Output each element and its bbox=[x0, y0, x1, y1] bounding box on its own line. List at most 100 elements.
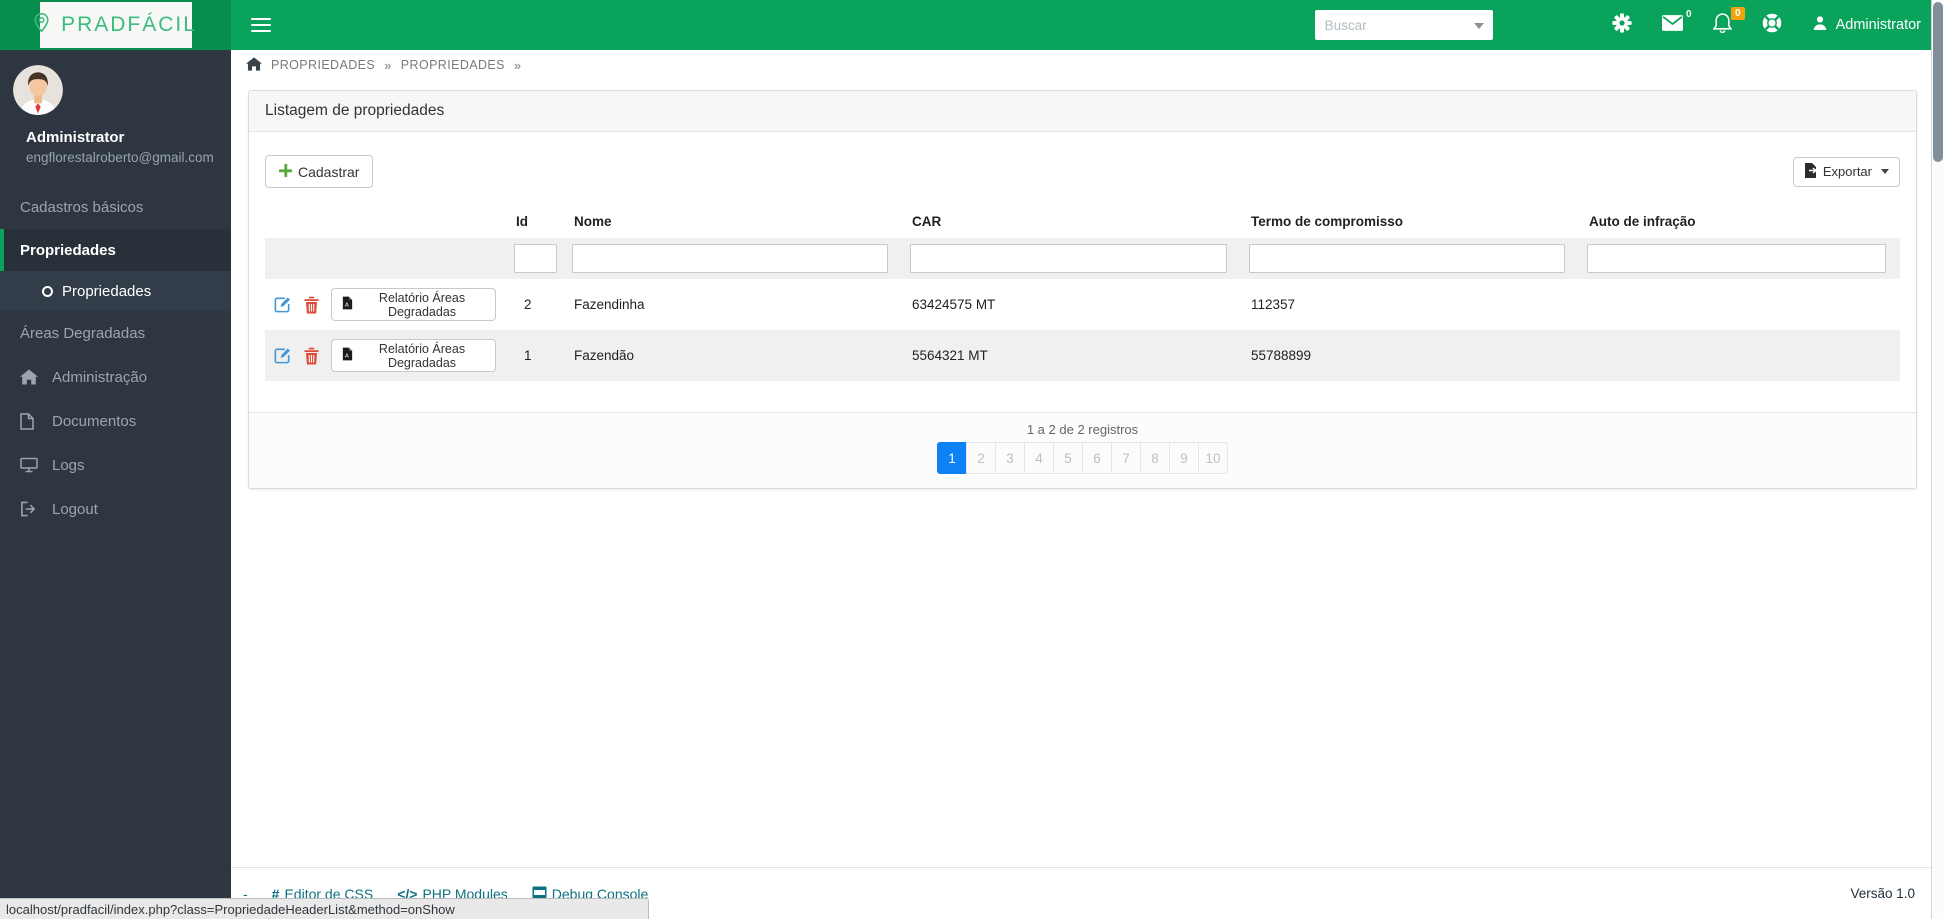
page-button-3[interactable]: 3 bbox=[995, 442, 1025, 474]
filter-input-car[interactable] bbox=[910, 244, 1227, 273]
add-button-label: Cadastrar bbox=[298, 163, 360, 180]
home-icon[interactable] bbox=[246, 56, 262, 74]
sidebar-item-label: Cadastros básicos bbox=[20, 198, 144, 216]
browser-status-bar: localhost/pradfacil/index.php?class=Prop… bbox=[0, 898, 649, 919]
avatar bbox=[13, 65, 63, 115]
delete-button[interactable] bbox=[304, 296, 319, 314]
sidebar-item-label: Áreas Degradadas bbox=[20, 324, 146, 342]
life-ring-icon bbox=[1762, 13, 1782, 38]
user-icon bbox=[1812, 15, 1828, 35]
column-header-termo: Termo de compromisso bbox=[1251, 214, 1404, 229]
report-button-label: Relatório Áreas Degradadas bbox=[378, 341, 466, 370]
gear-icon bbox=[1611, 12, 1632, 38]
column-header-auto: Auto de infração bbox=[1589, 214, 1696, 229]
report-button[interactable]: A Relatório Áreas Degradadas bbox=[331, 288, 496, 321]
top-navbar: PRADFÁCIL 0 0 bbox=[0, 0, 1931, 50]
cell-id: 2 bbox=[524, 297, 532, 312]
edit-icon bbox=[274, 297, 291, 313]
table-row: A Relatório Áreas Degradadas 1 Fazendão … bbox=[265, 330, 1900, 381]
page-button-9[interactable]: 9 bbox=[1169, 442, 1199, 474]
cell-auto bbox=[1579, 279, 1900, 330]
sidebar-item-documentos[interactable]: Documentos bbox=[0, 399, 231, 443]
plus-icon bbox=[279, 163, 292, 180]
column-header-actions bbox=[265, 204, 506, 238]
page-button-1[interactable]: 1 bbox=[937, 442, 967, 474]
help-button[interactable] bbox=[1747, 0, 1797, 50]
edit-button[interactable] bbox=[273, 295, 292, 314]
sidebar-item-label: Documentos bbox=[52, 412, 137, 430]
svg-text:A: A bbox=[345, 302, 349, 308]
sidebar-item-administracao[interactable]: Administração bbox=[0, 355, 231, 399]
vertical-scrollbar[interactable] bbox=[1931, 0, 1944, 919]
file-icon bbox=[20, 412, 46, 430]
export-button-label: Exportar bbox=[1822, 164, 1872, 179]
report-button-label: Relatório Áreas Degradadas bbox=[378, 290, 466, 319]
circle-icon bbox=[42, 285, 53, 297]
sidebar-item-logs[interactable]: Logs bbox=[0, 443, 231, 487]
pagination: 1 2 3 4 5 6 7 8 9 10 bbox=[937, 442, 1228, 474]
records-summary: 1 a 2 de 2 registros bbox=[1026, 422, 1139, 437]
page-button-8[interactable]: 8 bbox=[1140, 442, 1170, 474]
column-header-car: CAR bbox=[912, 214, 942, 229]
edit-icon bbox=[274, 348, 291, 364]
main-content: PROPRIEDADES » PROPRIEDADES » Listagem d… bbox=[231, 50, 1931, 919]
sidebar-user-name: Administrator bbox=[26, 129, 125, 146]
report-button[interactable]: A Relatório Áreas Degradadas bbox=[331, 339, 496, 372]
breadcrumb-item[interactable]: PROPRIEDADES bbox=[401, 58, 505, 72]
cell-auto bbox=[1579, 330, 1900, 381]
column-header-nome: Nome bbox=[574, 214, 612, 229]
scrollbar-thumb[interactable] bbox=[1933, 2, 1943, 162]
sidebar: Administrator engflorestalroberto@gmail.… bbox=[0, 50, 231, 919]
table-row: A Relatório Áreas Degradadas 2 Fazendinh… bbox=[265, 279, 1900, 330]
filter-input-auto[interactable] bbox=[1587, 244, 1886, 273]
brand-logo[interactable]: PRADFÁCIL bbox=[0, 0, 231, 50]
breadcrumb-separator: » bbox=[513, 57, 522, 73]
brand-name: PRADFÁCIL bbox=[61, 13, 197, 36]
sidebar-item-logout[interactable]: Logout bbox=[0, 487, 231, 531]
page-button-2[interactable]: 2 bbox=[966, 442, 996, 474]
trash-icon bbox=[304, 296, 319, 313]
search-input[interactable] bbox=[1314, 10, 1493, 40]
home-icon bbox=[20, 369, 46, 385]
table-header-row: Id Nome CAR Termo de compromisso Auto de… bbox=[265, 204, 1900, 238]
filter-input-id[interactable] bbox=[514, 244, 557, 273]
edit-button[interactable] bbox=[273, 346, 292, 365]
sidebar-item-label: Administração bbox=[52, 368, 148, 386]
sidebar-item-propriedades[interactable]: Propriedades bbox=[0, 229, 231, 271]
page-button-5[interactable]: 5 bbox=[1053, 442, 1083, 474]
page-button-4[interactable]: 4 bbox=[1024, 442, 1054, 474]
user-menu-label: Administrator bbox=[1835, 17, 1921, 33]
filter-input-nome[interactable] bbox=[572, 244, 888, 273]
column-header-id: Id bbox=[516, 214, 528, 229]
properties-card: Listagem de propriedades Cadastrar Expor… bbox=[248, 90, 1917, 489]
delete-button[interactable] bbox=[304, 347, 319, 365]
cell-car: 5564321 MT bbox=[902, 330, 1241, 381]
cell-termo: 55788899 bbox=[1241, 330, 1579, 381]
card-toolbar: Cadastrar Exportar bbox=[265, 155, 1900, 188]
bell-icon bbox=[1712, 12, 1732, 38]
page-button-6[interactable]: 6 bbox=[1082, 442, 1112, 474]
chevron-down-icon[interactable] bbox=[1473, 23, 1484, 29]
properties-table: Id Nome CAR Termo de compromisso Auto de… bbox=[265, 204, 1900, 381]
sidebar-toggle-icon[interactable] bbox=[251, 14, 271, 36]
file-pdf-icon: A bbox=[342, 347, 353, 364]
breadcrumb-item[interactable]: PROPRIEDADES bbox=[271, 58, 375, 72]
page-button-7[interactable]: 7 bbox=[1111, 442, 1141, 474]
sidebar-item-label: Logout bbox=[52, 500, 98, 518]
export-button[interactable]: Exportar bbox=[1792, 156, 1900, 187]
trash-icon bbox=[304, 347, 319, 364]
user-menu[interactable]: Administrator bbox=[1797, 15, 1931, 35]
sidebar-subitem-propriedades[interactable]: Propriedades bbox=[0, 271, 231, 311]
sidebar-item-areas-degradadas[interactable]: Áreas Degradadas bbox=[0, 311, 231, 355]
page-button-10[interactable]: 10 bbox=[1198, 442, 1228, 474]
add-button[interactable]: Cadastrar bbox=[265, 155, 374, 188]
filter-input-termo[interactable] bbox=[1249, 244, 1565, 273]
sidebar-item-cadastros-basicos[interactable]: Cadastros básicos bbox=[0, 185, 231, 229]
notifications-button[interactable]: 0 bbox=[1698, 0, 1747, 50]
envelope-icon bbox=[1661, 14, 1683, 36]
map-pin-icon bbox=[34, 12, 49, 38]
messages-button[interactable]: 0 bbox=[1647, 0, 1698, 50]
status-url: localhost/pradfacil/index.php?class=Prop… bbox=[6, 901, 455, 917]
settings-button[interactable] bbox=[1597, 0, 1647, 50]
file-pdf-icon: A bbox=[342, 296, 353, 313]
